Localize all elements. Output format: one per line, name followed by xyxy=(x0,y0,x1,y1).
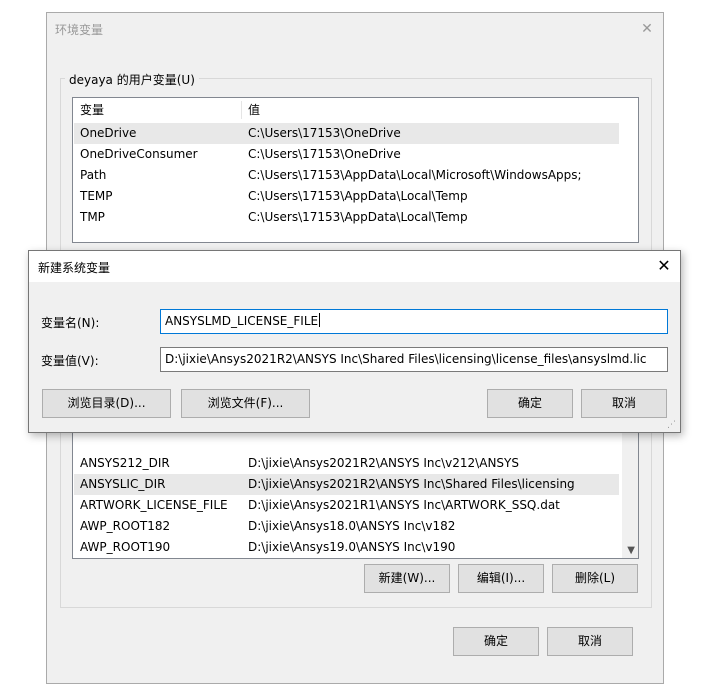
new-system-variable-button[interactable]: 新建(W)... xyxy=(364,564,450,593)
cancel-button[interactable]: 取消 xyxy=(581,389,667,418)
variable-value: C:\Users\17153\AppData\Local\Temp xyxy=(248,210,468,224)
close-icon[interactable]: ✕ xyxy=(653,255,675,277)
variable-name-text: ANSYSLMD_LICENSE_FILE xyxy=(165,314,319,328)
system-variables-list[interactable]: ANSYS212_DIR D:\jixie\Ansys2021R2\ANSYS … xyxy=(72,427,639,559)
edit-system-variable-button[interactable]: 编辑(I)... xyxy=(458,564,544,593)
variable-name: Path xyxy=(80,168,107,182)
vertical-scrollbar[interactable]: ▼ xyxy=(622,428,638,558)
variable-name: OneDrive xyxy=(80,126,137,140)
variable-value: D:\jixie\Ansys2021R2\ANSYS Inc\Shared Fi… xyxy=(248,477,575,491)
list-item[interactable]: AWP_ROOT182 D:\jixie\Ansys18.0\ANSYS Inc… xyxy=(74,516,619,537)
ok-button[interactable]: 确定 xyxy=(453,627,539,656)
dialog-titlebar[interactable]: 新建系统变量 ✕ xyxy=(29,251,680,282)
ok-button[interactable]: 确定 xyxy=(487,389,573,418)
column-header-value[interactable]: 值 xyxy=(248,98,260,122)
user-variables-label: deyaya 的用户变量(U) xyxy=(65,71,199,88)
chevron-down-icon[interactable]: ▼ xyxy=(627,545,635,556)
column-divider[interactable] xyxy=(241,101,242,119)
variable-name: TMP xyxy=(80,210,105,224)
list-item[interactable]: OneDrive C:\Users\17153\OneDrive xyxy=(74,123,619,144)
list-item[interactable]: Path C:\Users\17153\AppData\Local\Micros… xyxy=(74,165,619,186)
list-item[interactable]: ARTWORK_LICENSE_FILE D:\jixie\Ansys2021R… xyxy=(74,495,619,516)
variable-value: C:\Users\17153\AppData\Local\Temp xyxy=(248,189,468,203)
browse-file-button[interactable]: 浏览文件(F)... xyxy=(181,389,310,418)
variable-name: OneDriveConsumer xyxy=(80,147,198,161)
variable-value-text: D:\jixie\Ansys2021R2\ANSYS Inc\Shared Fi… xyxy=(165,352,647,366)
resize-grip-icon[interactable]: ⋰ xyxy=(667,419,679,431)
variable-value: C:\Users\17153\OneDrive xyxy=(248,147,401,161)
list-item[interactable]: ANSYSLIC_DIR D:\jixie\Ansys2021R2\ANSYS … xyxy=(74,474,619,495)
dialog-title: 新建系统变量 xyxy=(38,261,111,275)
variable-value: D:\jixie\Ansys18.0\ANSYS Inc\v182 xyxy=(248,519,456,533)
variable-value: D:\jixie\Ansys2021R1\ANSYS Inc\ARTWORK_S… xyxy=(248,498,560,512)
browse-directory-button[interactable]: 浏览目录(D)... xyxy=(42,389,171,418)
variable-name: AWP_ROOT190 xyxy=(80,540,171,554)
column-header-variable[interactable]: 变量 xyxy=(80,98,104,122)
variable-value: C:\Users\17153\OneDrive xyxy=(248,126,401,140)
list-item[interactable]: TMP C:\Users\17153\AppData\Local\Temp xyxy=(74,207,619,228)
variable-value: D:\jixie\Ansys2021R2\ANSYS Inc\v212\ANSY… xyxy=(248,456,519,470)
list-item[interactable]: OneDriveConsumer C:\Users\17153\OneDrive xyxy=(74,144,619,165)
variable-name: TEMP xyxy=(80,189,113,203)
variable-name: ANSYS212_DIR xyxy=(80,456,170,470)
list-item[interactable]: ANSYS212_DIR D:\jixie\Ansys2021R2\ANSYS … xyxy=(74,453,619,474)
variable-name: ANSYSLIC_DIR xyxy=(80,477,166,491)
user-variables-list[interactable]: 变量 值 OneDrive C:\Users\17153\OneDrive On… xyxy=(72,97,639,243)
variable-name: ARTWORK_LICENSE_FILE xyxy=(80,498,228,512)
list-item[interactable]: AWP_ROOT190 D:\jixie\Ansys19.0\ANSYS Inc… xyxy=(74,537,619,558)
new-system-variable-dialog: 新建系统变量 ✕ 变量名(N): ANSYSLMD_LICENSE_FILE 变… xyxy=(28,250,681,433)
cancel-button[interactable]: 取消 xyxy=(547,627,633,656)
close-icon[interactable]: ✕ xyxy=(637,19,657,39)
window-title: 环境变量 xyxy=(55,23,104,37)
variable-name-label: 变量名(N): xyxy=(41,316,100,330)
text-caret xyxy=(319,313,321,327)
variable-name-input[interactable]: ANSYSLMD_LICENSE_FILE xyxy=(160,309,668,334)
variable-name: AWP_ROOT182 xyxy=(80,519,171,533)
variable-value-input[interactable]: D:\jixie\Ansys2021R2\ANSYS Inc\Shared Fi… xyxy=(160,347,668,372)
variable-value-label: 变量值(V): xyxy=(41,354,99,368)
variable-value: D:\jixie\Ansys19.0\ANSYS Inc\v190 xyxy=(248,540,456,554)
list-item[interactable]: TEMP C:\Users\17153\AppData\Local\Temp xyxy=(74,186,619,207)
delete-system-variable-button[interactable]: 删除(L) xyxy=(552,564,638,593)
variable-value: C:\Users\17153\AppData\Local\Microsoft\W… xyxy=(248,168,582,182)
